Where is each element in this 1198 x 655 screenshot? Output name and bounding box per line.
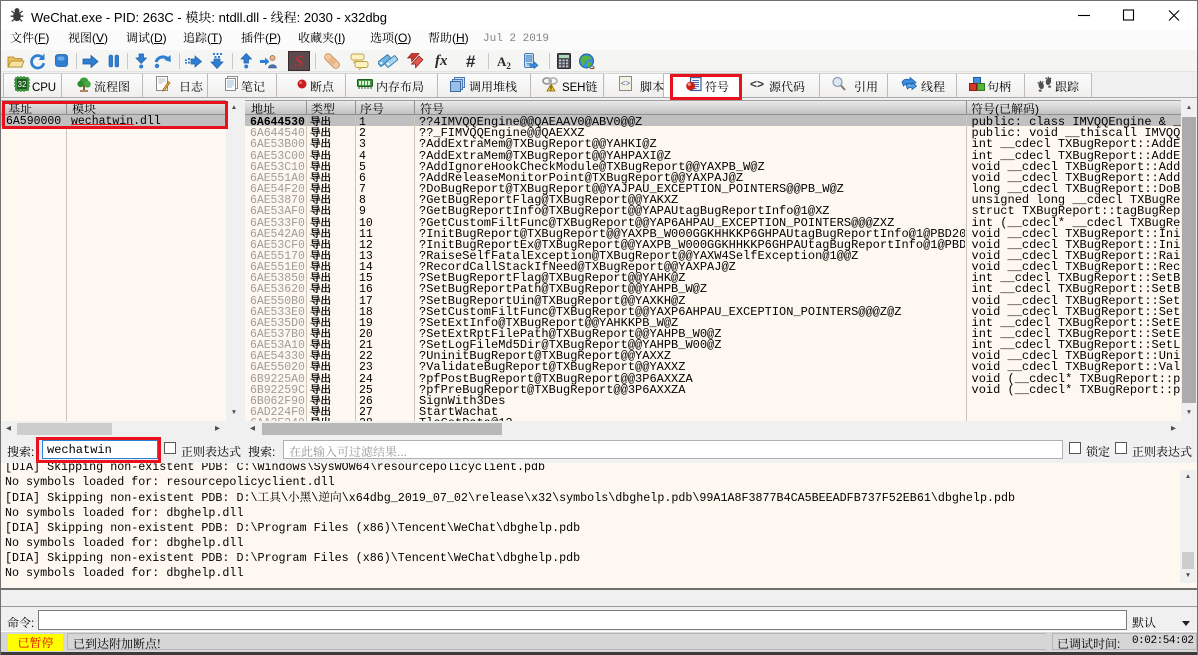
svg-text:S: S bbox=[295, 54, 304, 71]
svg-text:<>: <> bbox=[750, 77, 764, 91]
svg-text:!: ! bbox=[550, 87, 552, 93]
svg-text:32: 32 bbox=[18, 80, 27, 89]
svg-text:<>: <> bbox=[621, 80, 631, 89]
